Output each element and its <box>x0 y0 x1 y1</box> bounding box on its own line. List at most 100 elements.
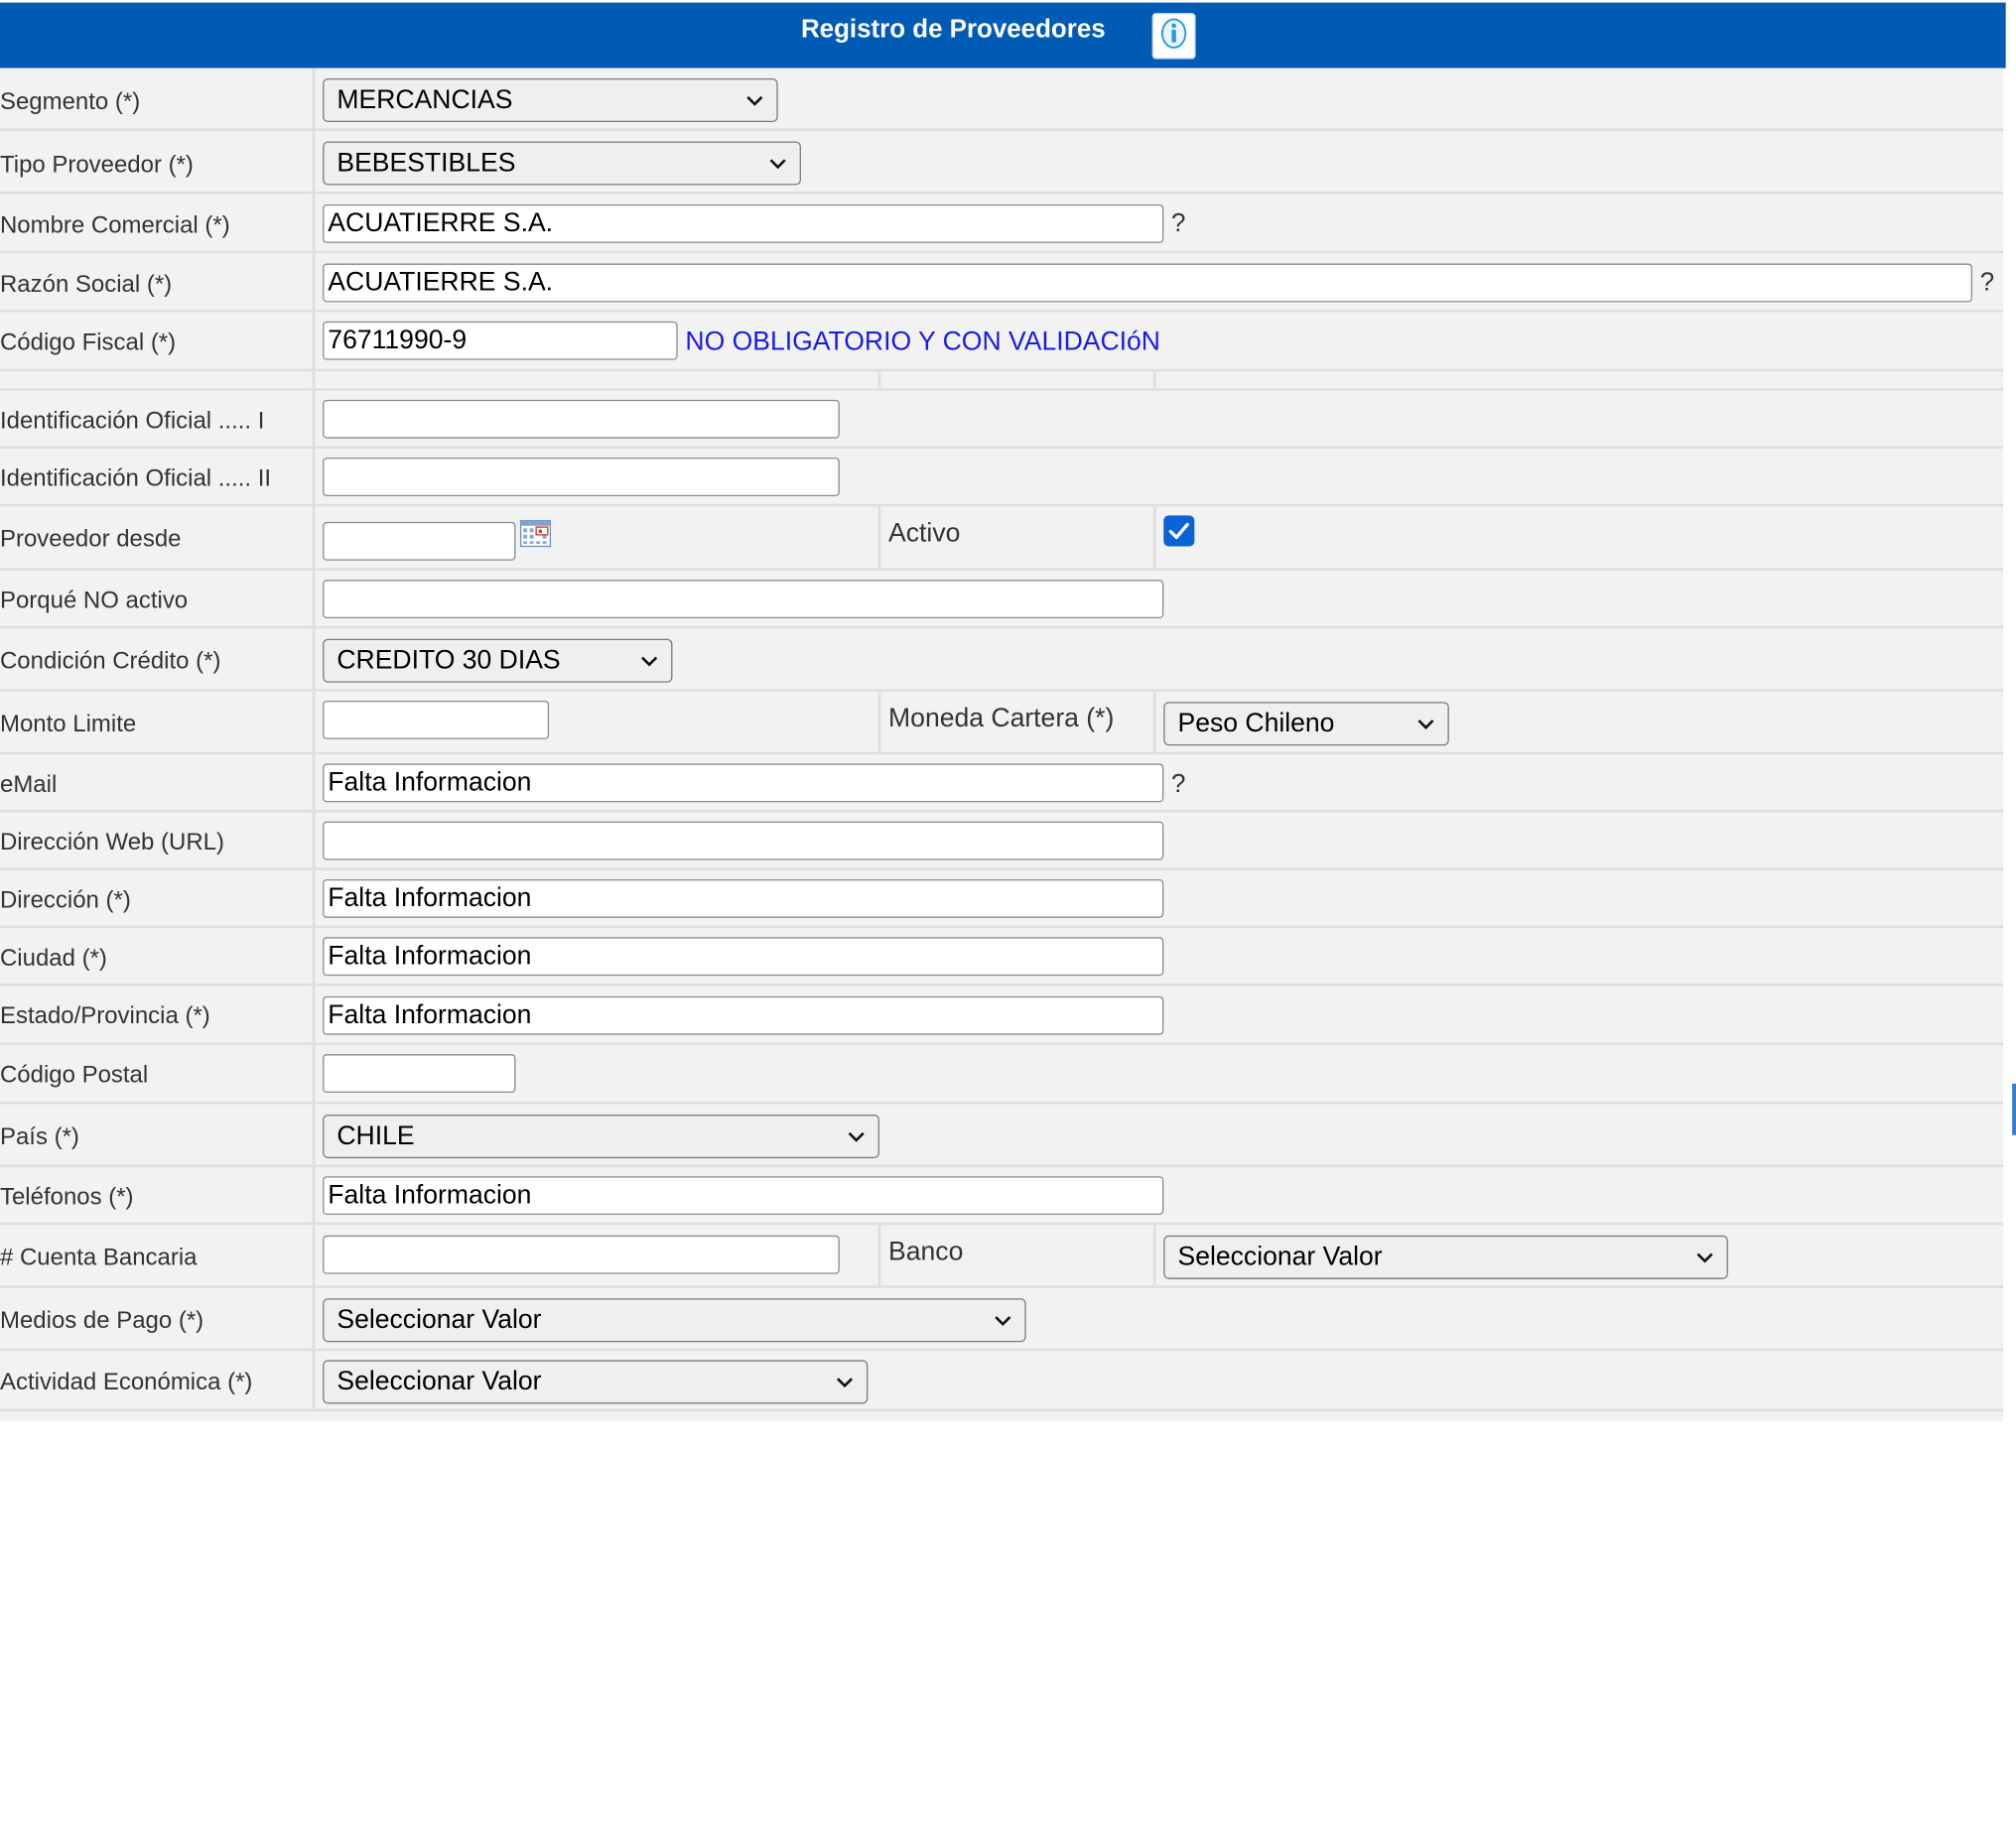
activo-label: Activo <box>888 518 961 548</box>
chevron-down-icon <box>995 1315 1011 1326</box>
moneda-cartera-label: Moneda Cartera (*) <box>888 703 1115 733</box>
banco-value: Seleccionar Valor <box>1177 1242 1383 1272</box>
row-estado-provincia: Estado/Provincia (*) <box>0 986 2004 1046</box>
codigo-fiscal-note: NO OBLIGATORIO Y CON VALIDACIóN <box>685 327 1160 356</box>
chevron-down-icon <box>848 1131 865 1142</box>
supplier-registration-form: Registro de Proveedores Segmento (*) MER… <box>0 0 2016 1842</box>
row-identificacion-2: Identificación Oficial ..... II <box>0 449 2004 507</box>
actividad-economica-select[interactable]: Seleccionar Valor <box>323 1360 869 1404</box>
segmento-label: Segmento (*) <box>0 87 141 115</box>
row-tipo-proveedor: Tipo Proveedor (*) BEBESTIBLES <box>0 131 2004 195</box>
email-help[interactable]: ? <box>1171 770 1185 800</box>
next-row-edge <box>0 1411 2004 1422</box>
row-codigo-fiscal: Código Fiscal (*) NO OBLIGATORIO Y CON V… <box>0 312 2004 372</box>
monto-limite-input[interactable] <box>323 700 550 739</box>
form-title: Registro de Proveedores <box>800 15 1106 45</box>
pais-select[interactable]: CHILE <box>323 1115 879 1159</box>
codigo-fiscal-input[interactable] <box>323 321 678 360</box>
porque-no-activo-label: Porqué NO activo <box>0 586 189 613</box>
proveedor-desde-input[interactable] <box>323 521 516 561</box>
row-porque-no-activo: Porqué NO activo <box>0 571 2004 629</box>
identificacion-1-input[interactable] <box>323 399 840 439</box>
proveedor-desde-label: Proveedor desde <box>0 524 182 552</box>
identificacion-1-label: Identificación Oficial ..... I <box>0 406 265 434</box>
actividad-economica-label: Actividad Económica (*) <box>0 1368 253 1395</box>
condicion-credito-value: CREDITO 30 DIAS <box>336 645 561 676</box>
row-telefonos: Teléfonos (*) <box>0 1167 2004 1226</box>
identificacion-2-input[interactable] <box>323 458 840 496</box>
razon-social-help[interactable]: ? <box>1980 269 1994 299</box>
codigo-postal-label: Código Postal <box>0 1060 149 1088</box>
pais-label: País (*) <box>0 1121 79 1149</box>
row-monto-limite: Monto Limite Moneda Cartera (*) Peso Chi… <box>0 691 2004 755</box>
calendar-icon[interactable] <box>519 519 552 548</box>
form-header: Registro de Proveedores <box>0 2 2006 68</box>
checkmark-icon <box>1168 522 1189 540</box>
row-codigo-postal: Código Postal <box>0 1045 2004 1105</box>
chevron-down-icon <box>836 1377 854 1387</box>
direccion-input[interactable] <box>323 878 1164 918</box>
ciudad-label: Ciudad (*) <box>0 943 107 971</box>
email-input[interactable] <box>323 763 1164 803</box>
telefonos-input[interactable] <box>323 1176 1164 1216</box>
condicion-credito-select[interactable]: CREDITO 30 DIAS <box>323 638 673 683</box>
direccion-web-input[interactable] <box>323 821 1164 860</box>
moneda-cartera-select[interactable]: Peso Chileno <box>1163 702 1449 746</box>
cuenta-bancaria-label: # Cuenta Bancaria <box>0 1243 198 1270</box>
banco-label: Banco <box>888 1237 964 1266</box>
activo-checkbox[interactable] <box>1163 515 1195 547</box>
direccion-web-label: Dirección Web (URL) <box>0 828 224 855</box>
tipo-proveedor-value: BEBESTIBLES <box>336 147 516 178</box>
medios-pago-select[interactable]: Seleccionar Valor <box>323 1298 1026 1343</box>
condicion-credito-label: Condición Crédito (*) <box>0 646 221 674</box>
nombre-comercial-help[interactable]: ? <box>1171 209 1185 239</box>
row-direccion: Dirección (*) <box>0 869 2004 929</box>
moneda-cartera-value: Peso Chileno <box>1177 708 1335 738</box>
direccion-label: Dirección (*) <box>0 885 131 913</box>
row-spacer <box>0 371 2004 391</box>
banco-select[interactable]: Seleccionar Valor <box>1163 1235 1728 1279</box>
chevron-down-icon <box>769 158 786 169</box>
row-direccion-web: Dirección Web (URL) <box>0 812 2004 870</box>
info-button[interactable] <box>1151 12 1196 60</box>
row-pais: País (*) CHILE <box>0 1104 2004 1168</box>
row-nombre-comercial: Nombre Comercial (*) ? <box>0 194 2004 254</box>
monto-limite-label: Monto Limite <box>0 710 137 737</box>
chevron-down-icon <box>1417 719 1434 729</box>
row-cuenta-bancaria: # Cuenta Bancaria Banco Seleccionar Valo… <box>0 1225 2004 1288</box>
chevron-down-icon <box>746 95 763 106</box>
scroll-indicator[interactable] <box>2012 1083 2016 1135</box>
chevron-down-icon <box>1696 1252 1713 1262</box>
row-medios-pago: Medios de Pago (*) Seleccionar Valor <box>0 1287 2004 1352</box>
pais-value: CHILE <box>336 1120 415 1151</box>
row-identificacion-1: Identificación Oficial ..... I <box>0 390 2004 450</box>
nombre-comercial-label: Nombre Comercial (*) <box>0 210 230 238</box>
row-actividad-economica: Actividad Económica (*) Seleccionar Valo… <box>0 1351 2004 1412</box>
tipo-proveedor-select[interactable]: BEBESTIBLES <box>323 141 801 186</box>
estado-provincia-input[interactable] <box>323 995 1164 1035</box>
telefonos-label: Teléfonos (*) <box>0 1182 134 1210</box>
info-icon <box>1158 16 1189 56</box>
row-condicion-credito: Condición Crédito (*) CREDITO 30 DIAS <box>0 628 2004 692</box>
codigo-postal-input[interactable] <box>323 1054 516 1094</box>
razon-social-input[interactable] <box>323 263 1972 303</box>
porque-no-activo-input[interactable] <box>323 580 1164 619</box>
row-proveedor-desde: Proveedor desde Activo <box>0 506 2004 572</box>
codigo-fiscal-label: Código Fiscal (*) <box>0 328 177 355</box>
ciudad-input[interactable] <box>323 937 1164 977</box>
chevron-down-icon <box>641 655 658 666</box>
identificacion-2-label: Identificación Oficial ..... II <box>0 463 272 491</box>
medios-pago-value: Seleccionar Valor <box>336 1304 542 1335</box>
row-email: eMail ? <box>0 754 2004 813</box>
medios-pago-label: Medios de Pago (*) <box>0 1306 204 1334</box>
segmento-select[interactable]: MERCANCIAS <box>323 78 778 123</box>
cuenta-bancaria-input[interactable] <box>323 1235 840 1274</box>
row-razon-social: Razón Social (*) ? <box>0 253 2004 313</box>
row-ciudad: Ciudad (*) <box>0 928 2004 987</box>
nombre-comercial-input[interactable] <box>323 203 1164 243</box>
tipo-proveedor-label: Tipo Proveedor (*) <box>0 150 194 178</box>
razon-social-label: Razón Social (*) <box>0 270 173 298</box>
actividad-economica-value: Seleccionar Valor <box>336 1366 542 1396</box>
email-label: eMail <box>0 769 58 798</box>
row-segmento: Segmento (*) MERCANCIAS <box>0 67 2004 132</box>
